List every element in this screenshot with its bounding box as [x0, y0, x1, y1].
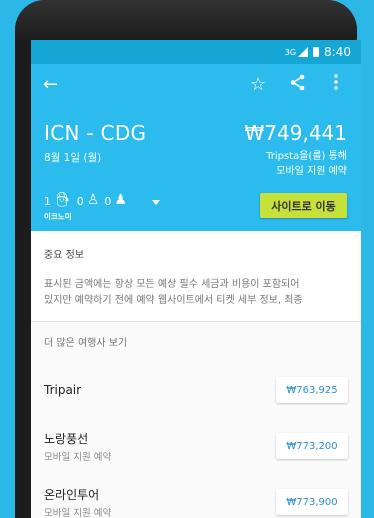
agency-price-button[interactable]: ₩763,925 — [276, 377, 348, 403]
infant-icon: ♟ — [114, 192, 127, 208]
adult-count: 1 — [44, 195, 51, 208]
agency-row[interactable]: 노랑풍선 모바일 지원 예약 ₩773,200 — [31, 418, 361, 474]
agency-price-button[interactable]: ₩773,900 — [276, 489, 348, 515]
agency-name: 노랑풍선 — [44, 431, 89, 446]
back-arrow-icon[interactable]: ← — [43, 74, 58, 96]
child-icon: ♙ — [86, 192, 100, 208]
network-label: 3G — [284, 47, 297, 57]
app-bar: ← ☆ — [31, 64, 361, 108]
flight-header: ← ☆ ICN - CDG 8월 1일 (월) ₩749,441 Tripsta… — [31, 64, 361, 231]
signal-icon — [298, 47, 309, 57]
child-count: 0 — [76, 195, 84, 208]
app-screen: 3G 8:40 ← ☆ ICN - CDG 8월 1일 (월) ₩749,441… — [31, 40, 361, 518]
mobile-support-line: 모바일 지원 예약 — [276, 166, 347, 177]
important-info-title: 중요 정보 — [44, 250, 84, 261]
clock: 8:40 — [324, 45, 351, 59]
agency-row[interactable]: Tripair ₩763,925 — [31, 362, 361, 418]
info-line: 있지만 예약하기 전에 예약 웹사이트에서 티켓 세부 정보, 최종 — [44, 295, 303, 306]
more-vert-icon[interactable] — [334, 74, 338, 96]
status-bar: 3G 8:40 — [31, 40, 361, 64]
route-title: ICN - CDG — [44, 121, 147, 145]
agency-name: Tripair — [44, 383, 82, 397]
go-to-site-button[interactable]: 사이트로 이동 — [260, 193, 347, 218]
agency-name: 온라인투어 — [44, 487, 100, 502]
infant-count: 0 — [104, 195, 112, 208]
agency-subtitle: 모바일 지원 예약 — [44, 451, 112, 463]
star-icon[interactable]: ☆ — [250, 74, 266, 96]
travel-date: 8월 1일 (월) — [44, 152, 102, 164]
share-icon[interactable] — [289, 74, 306, 97]
agency-price-button[interactable]: ₩773,200 — [276, 433, 348, 459]
agency-row[interactable]: 온라인투어 모바일 지원 예약 ₩773,900 — [31, 474, 361, 518]
important-info-section: 중요 정보 표시된 금액에는 항상 모든 예상 필수 세금과 비용이 포함되어 … — [31, 231, 361, 321]
adult-icon: 👦︎ — [54, 192, 72, 208]
dropdown-arrow-icon[interactable] — [152, 200, 160, 205]
more-agencies-title: 더 많은 여행사 보기 — [31, 322, 361, 362]
device-top — [15, 0, 357, 40]
battery-icon — [313, 47, 320, 57]
best-price: ₩749,441 — [244, 121, 347, 145]
booking-provider: Tripsta을(를) 통해 모바일 지원 예약 — [266, 149, 347, 179]
important-info-text: 표시된 금액에는 항상 모든 예상 필수 세금과 비용이 포함되어 있지만 예약… — [44, 261, 348, 321]
cabin-class: 이코노미 — [44, 212, 72, 221]
passenger-selector[interactable]: 1 👦︎ 0 ♙ 0 ♟ — [44, 192, 132, 208]
info-line: 표시된 금액에는 항상 모든 예상 필수 세금과 비용이 포함되어 — [44, 279, 300, 290]
agency-subtitle: 모바일 지원 예약 — [44, 507, 112, 518]
provider-line: Tripsta을(를) 통해 — [266, 151, 347, 162]
